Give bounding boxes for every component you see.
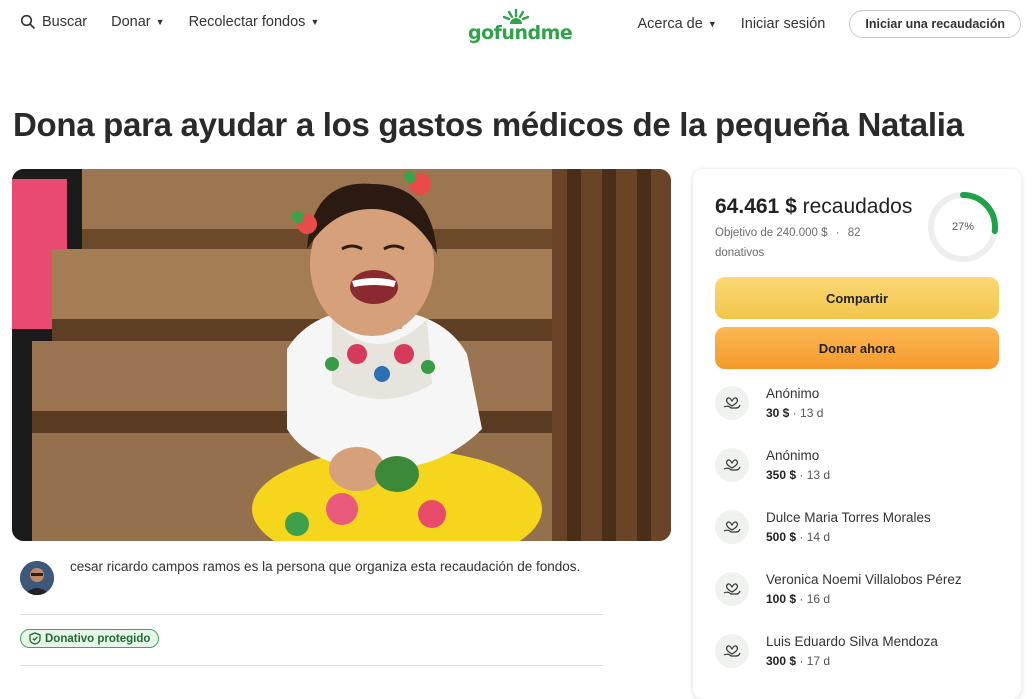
donation-meta: 30 $ · 13 d xyxy=(766,406,824,420)
donation-time: 14 d xyxy=(806,530,831,544)
divider xyxy=(20,665,603,666)
shield-check-icon xyxy=(29,632,41,645)
donate-menu-label: Donar xyxy=(111,14,151,30)
donation-amount: 300 $ xyxy=(766,654,797,668)
heart-hand-icon xyxy=(715,572,749,606)
recent-donations-list: Anónimo 30 $ · 13 d Anónimo 350 $ · 13 d… xyxy=(715,384,1005,694)
organizer-info: cesar ricardo campos ramos es la persona… xyxy=(20,556,605,595)
donation-item: Veronica Noemi Villalobos Pérez 100 $ · … xyxy=(715,570,1005,632)
donor-name: Veronica Noemi Villalobos Pérez xyxy=(766,572,962,587)
search-link[interactable]: Buscar xyxy=(20,14,87,30)
donation-item: Anónimo 350 $ · 13 d xyxy=(715,446,1005,508)
donation-meta: 350 $ · 13 d xyxy=(766,468,831,482)
signin-link[interactable]: Iniciar sesión xyxy=(741,16,826,32)
logo-sun-icon xyxy=(502,8,530,24)
nav-left-group: Buscar Donar ▼ Recolectar fondos ▼ xyxy=(20,14,343,30)
donation-time: 13 d xyxy=(800,406,824,420)
badge-label: Donativo protegido xyxy=(45,632,151,645)
fundraise-menu[interactable]: Recolectar fondos ▼ xyxy=(189,14,320,30)
gofundme-logo[interactable]: gofundme xyxy=(468,8,573,44)
donor-name: Anónimo xyxy=(766,386,820,401)
heart-hand-icon xyxy=(715,448,749,482)
page-title: Dona para ayudar a los gastos médicos de… xyxy=(13,106,964,143)
campaign-hero-image xyxy=(12,169,671,541)
chevron-down-icon: ▼ xyxy=(310,17,320,27)
organizer-avatar[interactable] xyxy=(20,561,54,595)
donor-name: Luis Eduardo Silva Mendoza xyxy=(766,634,938,649)
donation-amount: 500 $ xyxy=(766,530,797,544)
goal-info: Objetivo de 240.000 $ · 82 donativos xyxy=(715,223,890,263)
donation-summary-card: 64.461 $ recaudados Objetivo de 240.000 … xyxy=(693,169,1021,699)
donation-amount: 100 $ xyxy=(766,592,797,606)
top-navigation: Buscar Donar ▼ Recolectar fondos ▼ gofun… xyxy=(0,0,1033,50)
signin-label: Iniciar sesión xyxy=(740,16,826,32)
heart-hand-icon xyxy=(715,510,749,544)
hero-illustration xyxy=(12,169,671,541)
raised-amount: 64.461 $ recaudados xyxy=(715,195,912,219)
donate-now-button[interactable]: Donar ahora xyxy=(715,327,999,369)
donation-meta: 100 $ · 16 d xyxy=(766,592,831,606)
chevron-down-icon: ▼ xyxy=(155,17,165,27)
donation-text: Anónimo 30 $ · 13 d xyxy=(766,384,823,446)
search-icon xyxy=(20,14,35,29)
fundraise-menu-label: Recolectar fondos xyxy=(188,14,306,30)
chevron-down-icon: ▼ xyxy=(707,19,717,29)
donation-meta: 300 $ · 17 d xyxy=(766,654,831,668)
donation-item: Dulce Maria Torres Morales 500 $ · 14 d xyxy=(715,508,1005,570)
donation-amount: 30 $ xyxy=(766,406,790,420)
donate-menu[interactable]: Donar ▼ xyxy=(111,14,164,30)
about-menu-label: Acerca de xyxy=(637,16,703,32)
raised-value: 64.461 $ xyxy=(715,195,797,218)
search-label: Buscar xyxy=(42,14,88,30)
about-menu[interactable]: Acerca de ▼ xyxy=(638,16,717,32)
heart-hand-icon xyxy=(715,386,749,420)
share-button[interactable]: Compartir xyxy=(715,277,999,319)
organizer-text: cesar ricardo campos ramos es la persona… xyxy=(70,559,581,574)
protected-donation-badge[interactable]: Donativo protegido xyxy=(20,629,160,648)
donation-meta: 500 $ · 14 d xyxy=(766,530,831,544)
goal-separator: · xyxy=(835,227,840,239)
start-fundraiser-button[interactable]: Iniciar una recaudación xyxy=(849,10,1021,38)
donation-text: Anónimo 350 $ · 13 d xyxy=(766,446,830,508)
divider xyxy=(20,614,603,615)
logo-text: gofundme xyxy=(468,22,573,44)
heart-hand-icon xyxy=(715,634,749,668)
donation-time: 13 d xyxy=(806,468,831,482)
nav-right-group: Acerca de ▼ Iniciar sesión Iniciar una r… xyxy=(638,10,1021,38)
donation-text: Veronica Noemi Villalobos Pérez 100 $ · … xyxy=(766,570,962,632)
donation-time: 17 d xyxy=(806,654,831,668)
goal-text: Objetivo de 240.000 $ xyxy=(715,227,828,239)
donation-text: Dulce Maria Torres Morales 500 $ · 14 d xyxy=(766,508,931,570)
donor-name: Anónimo xyxy=(766,448,820,463)
raised-label: recaudados xyxy=(802,195,913,218)
donor-name: Dulce Maria Torres Morales xyxy=(766,510,931,525)
donation-time: 16 d xyxy=(806,592,831,606)
donation-item: Anónimo 30 $ · 13 d xyxy=(715,384,1005,446)
donation-amount: 350 $ xyxy=(766,468,797,482)
progress-percent: 27% xyxy=(951,221,975,233)
avatar-image xyxy=(20,561,54,595)
